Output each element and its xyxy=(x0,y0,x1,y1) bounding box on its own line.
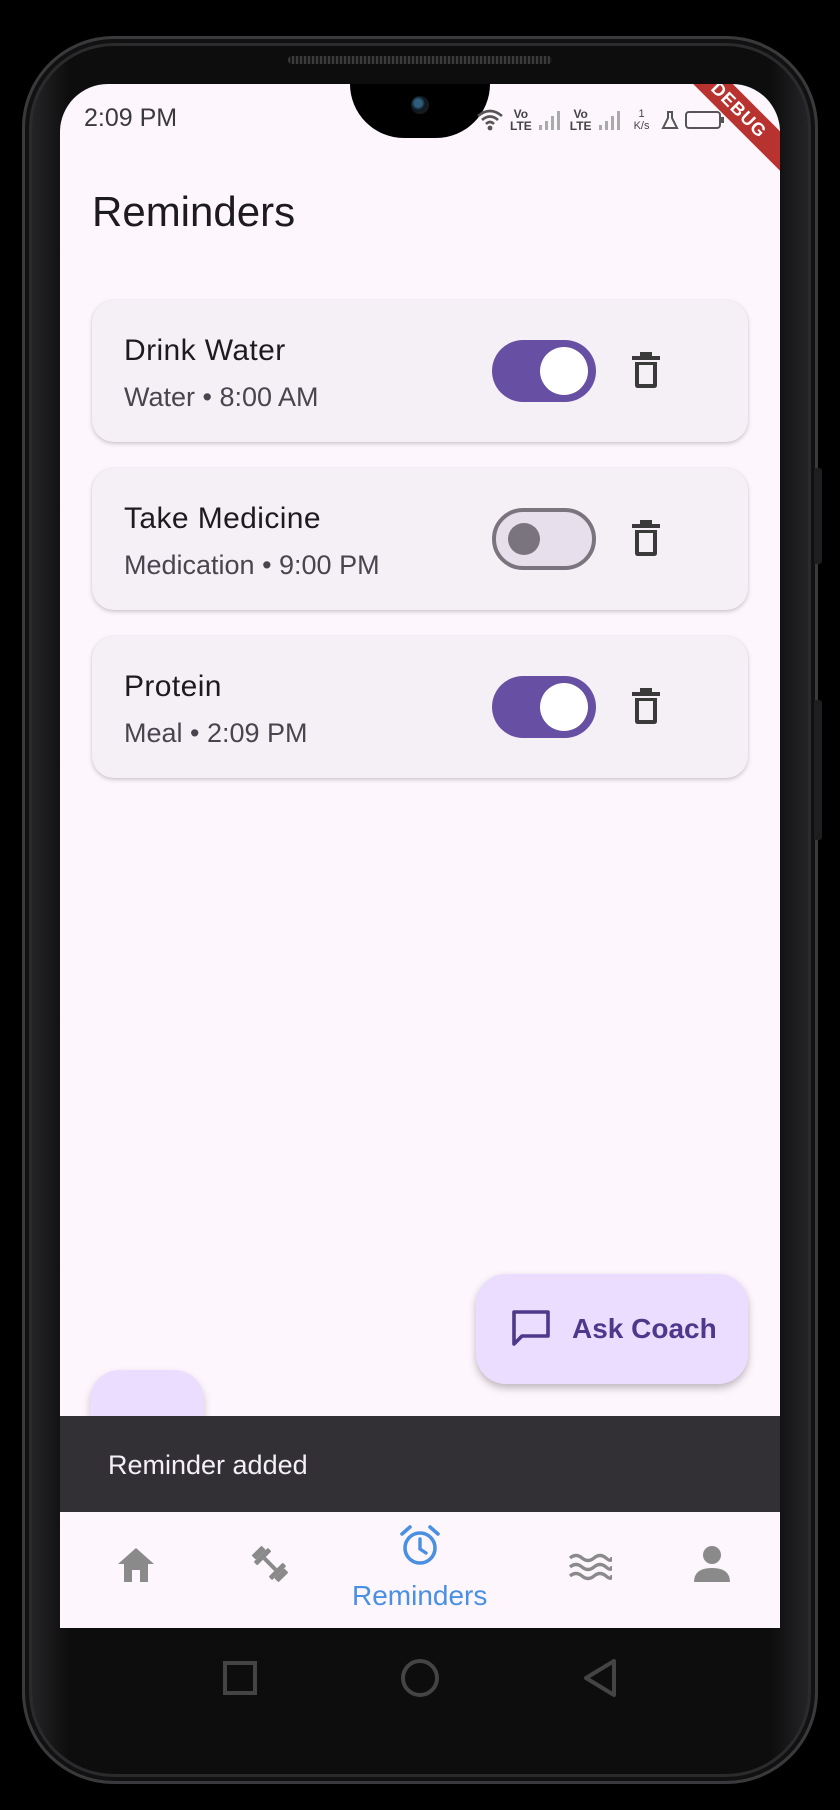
reminder-subtitle: Water • 8:00 AM xyxy=(124,382,319,412)
home-button-icon[interactable] xyxy=(399,1657,441,1699)
nav-item-profile[interactable] xyxy=(678,1512,748,1628)
volte-badge-1: Vo LTE xyxy=(510,107,532,133)
earpiece-speaker xyxy=(288,56,552,64)
snackbar: Reminder added xyxy=(60,1416,780,1512)
reminder-card[interactable]: Drink Water Water • 8:00 AM xyxy=(92,300,748,442)
snackbar-message: Reminder added xyxy=(108,1450,308,1480)
front-camera xyxy=(411,96,429,114)
toggle-knob xyxy=(540,683,588,731)
flask-icon xyxy=(661,111,680,129)
page-title: Reminders xyxy=(92,188,296,235)
delete-icon[interactable] xyxy=(632,352,660,388)
reminder-title: Take Medicine xyxy=(124,502,321,535)
toggle-knob xyxy=(508,523,540,555)
nav-item-home[interactable] xyxy=(102,1512,172,1628)
network-speed: 1 K/s xyxy=(634,108,650,132)
volte-badge-2: Vo LTE xyxy=(569,107,592,133)
reminder-subtitle: Medication • 9:00 PM xyxy=(124,550,380,580)
back-button-icon[interactable] xyxy=(582,1658,618,1698)
status-time: 2:09 PM xyxy=(84,104,178,132)
nav-label-reminders: Reminders xyxy=(352,1580,488,1611)
reminder-title: Drink Water xyxy=(124,334,286,367)
nav-item-workouts[interactable] xyxy=(230,1512,310,1628)
app-screen: 2:09 PM Vo LTE Vo LTE 1 K/s DEBUG Remind… xyxy=(60,84,780,1628)
volume-button xyxy=(814,468,822,564)
reminder-toggle[interactable] xyxy=(492,340,596,402)
delete-icon[interactable] xyxy=(632,520,660,556)
reminder-toggle[interactable] xyxy=(492,508,596,570)
dumbbell-icon xyxy=(252,1546,288,1582)
home-icon xyxy=(118,1548,154,1582)
network-speed-unit: K/s xyxy=(633,120,650,132)
power-button xyxy=(814,700,822,840)
ask-coach-label: Ask Coach xyxy=(572,1313,717,1344)
toggle-knob xyxy=(540,347,588,395)
reminder-card[interactable]: Take Medicine Medication • 9:00 PM xyxy=(92,468,748,610)
status-icons: Vo LTE Vo LTE 1 K/s xyxy=(476,106,725,134)
system-navigation-bar xyxy=(60,1628,780,1728)
recents-button-icon[interactable] xyxy=(222,1660,258,1696)
person-icon xyxy=(694,1546,730,1582)
bottom-navigation: Reminders xyxy=(60,1512,780,1628)
nav-item-water[interactable] xyxy=(556,1512,626,1628)
waves-icon xyxy=(568,1553,612,1581)
reminder-toggle[interactable] xyxy=(492,676,596,738)
reminder-card[interactable]: Protein Meal • 2:09 PM xyxy=(92,636,748,778)
reminder-subtitle: Meal • 2:09 PM xyxy=(124,718,308,748)
reminder-title: Protein xyxy=(124,670,222,703)
alarm-clock-icon xyxy=(400,1525,440,1565)
nav-item-reminders[interactable]: Reminders xyxy=(350,1512,490,1628)
wifi-icon xyxy=(477,109,503,131)
ask-coach-button[interactable]: Ask Coach xyxy=(476,1274,748,1384)
delete-icon[interactable] xyxy=(632,688,660,724)
network-speed-value: 1 xyxy=(638,108,645,120)
chat-bubble-icon xyxy=(512,1310,550,1346)
signal-icon-1 xyxy=(538,111,560,130)
signal-icon-2 xyxy=(598,111,620,130)
battery-icon xyxy=(685,111,725,129)
